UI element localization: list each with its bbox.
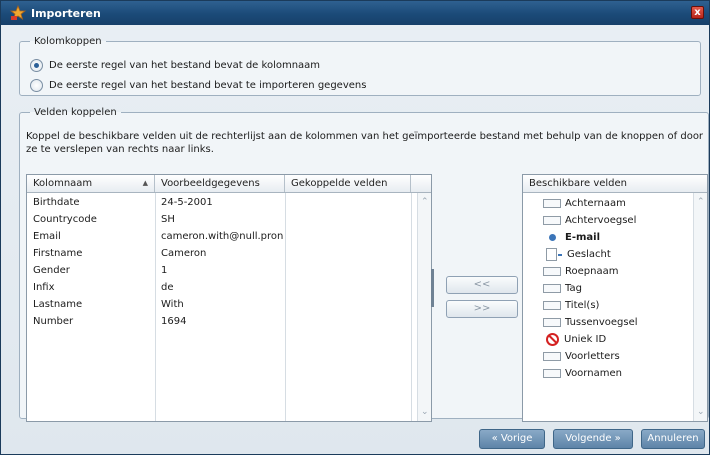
kolomkoppen-legend: Kolomkoppen <box>34 36 102 47</box>
close-button[interactable]: x <box>691 6 704 19</box>
radio-button[interactable] <box>30 79 43 92</box>
cell-voorbeeld[interactable]: cameron.with@null.pron <box>155 229 285 245</box>
velden-legend: Velden koppelen <box>34 107 117 118</box>
field-icon <box>543 351 561 361</box>
cell-kolomnaam[interactable]: Gender <box>27 263 155 279</box>
window-title: Importeren <box>31 6 101 20</box>
list-item-label: Uniek ID <box>564 333 607 345</box>
cell-voorbeeld[interactable]: SH <box>155 212 285 228</box>
scroll-down-icon[interactable]: ⌄ <box>697 407 705 417</box>
radio-label-gegevens: De eerste regel van het bestand bevat te… <box>49 80 367 91</box>
next-button[interactable]: Volgende » <box>553 429 633 449</box>
unlink-field-button[interactable]: >> <box>446 300 518 318</box>
field-icon <box>543 198 561 208</box>
cell-voorbeeld[interactable]: 1 <box>155 263 285 279</box>
list-item-label: Achternaam <box>565 197 626 209</box>
cell-voorbeeld[interactable]: 1694 <box>155 314 285 330</box>
cell-kolomnaam[interactable]: Email <box>27 229 155 245</box>
list-item-achternaam[interactable]: Achternaam <box>543 195 626 211</box>
import-dialog: Importeren x Kolomkoppen De eerste regel… <box>0 0 710 455</box>
cell-voorbeeld[interactable]: Cameron <box>155 246 285 262</box>
field-icon <box>543 300 561 310</box>
radio-button-checked[interactable] <box>30 59 43 72</box>
cell-voorbeeld[interactable]: de <box>155 280 285 296</box>
sort-asc-icon: ▲ <box>142 179 148 187</box>
radio-option-gegevens[interactable]: De eerste regel van het bestand bevat te… <box>30 79 366 92</box>
header-gekoppelde-velden[interactable]: Gekoppelde velden <box>285 175 411 192</box>
available-scrollbar[interactable]: ⌃ ⌄ <box>693 193 707 421</box>
list-item-label: Tussenvoegsel <box>565 316 638 328</box>
cell-kolomnaam[interactable]: Countrycode <box>27 212 155 228</box>
scroll-up-icon[interactable]: ⌃ <box>697 197 705 207</box>
list-item-label: Voorletters <box>565 350 620 362</box>
cell-voorbeeld[interactable]: 24-5-2001 <box>155 195 285 211</box>
list-field-icon <box>546 247 562 261</box>
list-item-label: Titel(s) <box>565 299 600 311</box>
field-icon <box>543 266 561 276</box>
header-beschikbare-velden[interactable]: Beschikbare velden <box>523 175 709 192</box>
list-item-achtervoegsel[interactable]: Achtervoegsel <box>543 212 636 228</box>
list-item-label: Roepnaam <box>565 265 619 277</box>
list-item-label: Voornamen <box>565 367 622 379</box>
cell-kolomnaam[interactable]: Firstname <box>27 246 155 262</box>
list-item-roepnaam[interactable]: Roepnaam <box>543 263 618 279</box>
available-header: Beschikbare velden <box>523 175 707 193</box>
cell-voorbeeld[interactable]: With <box>155 297 285 313</box>
header-voorbeeldgegevens[interactable]: Voorbeeldgegevens <box>155 175 285 192</box>
column-divider <box>285 193 286 421</box>
close-icon: x <box>694 7 701 18</box>
list-item-e-mail[interactable]: E-mail <box>543 229 600 245</box>
scroll-up-icon[interactable]: ⌃ <box>421 197 429 207</box>
list-item-voorletters[interactable]: Voorletters <box>543 348 620 364</box>
list-item-label: E-mail <box>565 231 601 243</box>
radio-label-kolomnaam: De eerste regel van het bestand bevat de… <box>49 60 321 71</box>
field-icon <box>543 368 561 378</box>
header-kolomnaam[interactable]: Kolomnaam ▲ <box>27 175 155 192</box>
column-mapping-table[interactable]: Kolomnaam ▲ Voorbeeldgegevens Gekoppelde… <box>26 174 432 422</box>
cancel-button[interactable]: Annuleren <box>641 429 705 449</box>
cell-kolomnaam[interactable]: Lastname <box>27 297 155 313</box>
radio-option-kolomnaam[interactable]: De eerste regel van het bestand bevat de… <box>30 59 320 72</box>
header-kolomnaam-label: Kolomnaam <box>33 178 93 189</box>
list-item-tag[interactable]: Tag <box>543 280 582 296</box>
list-item-label: Geslacht <box>567 248 611 260</box>
scroll-down-icon[interactable]: ⌄ <box>421 407 429 417</box>
list-item-tussenvoegsel[interactable]: Tussenvoegsel <box>543 314 638 330</box>
list-item-titels[interactable]: Titel(s) <box>543 297 599 313</box>
velden-description: Koppel de beschikbare velden uit de rech… <box>26 131 704 155</box>
velden-koppelen-group: Velden koppelen Koppel de beschikbare ve… <box>19 107 709 422</box>
column-divider <box>411 193 412 421</box>
field-icon <box>543 215 561 225</box>
prohibited-icon <box>546 332 559 346</box>
previous-button[interactable]: « Vorige <box>479 429 545 449</box>
field-icon <box>543 283 561 293</box>
import-app-icon <box>9 4 27 22</box>
email-dot-icon <box>549 233 556 241</box>
link-field-button[interactable]: << <box>446 276 518 294</box>
list-item-label: Achtervoegsel <box>565 214 637 226</box>
table-scrollbar[interactable]: ⌃ ⌄ <box>417 193 431 421</box>
splitter-handle[interactable] <box>431 269 434 307</box>
list-item-voornamen[interactable]: Voornamen <box>543 365 622 381</box>
field-icon <box>543 317 561 327</box>
list-item-geslacht[interactable]: Geslacht <box>543 246 611 262</box>
cell-kolomnaam[interactable]: Birthdate <box>27 195 155 211</box>
cell-kolomnaam[interactable]: Infix <box>27 280 155 296</box>
kolomkoppen-group: Kolomkoppen De eerste regel van het best… <box>19 36 701 96</box>
list-item-label: Tag <box>565 282 582 294</box>
available-fields-list[interactable]: Beschikbare velden Achternaam Achtervoeg… <box>522 174 708 422</box>
cell-kolomnaam[interactable]: Number <box>27 314 155 330</box>
table-header: Kolomnaam ▲ Voorbeeldgegevens Gekoppelde… <box>27 175 431 193</box>
title-bar: Importeren x <box>1 1 709 25</box>
list-item-uniek-id[interactable]: Uniek ID <box>543 331 606 347</box>
